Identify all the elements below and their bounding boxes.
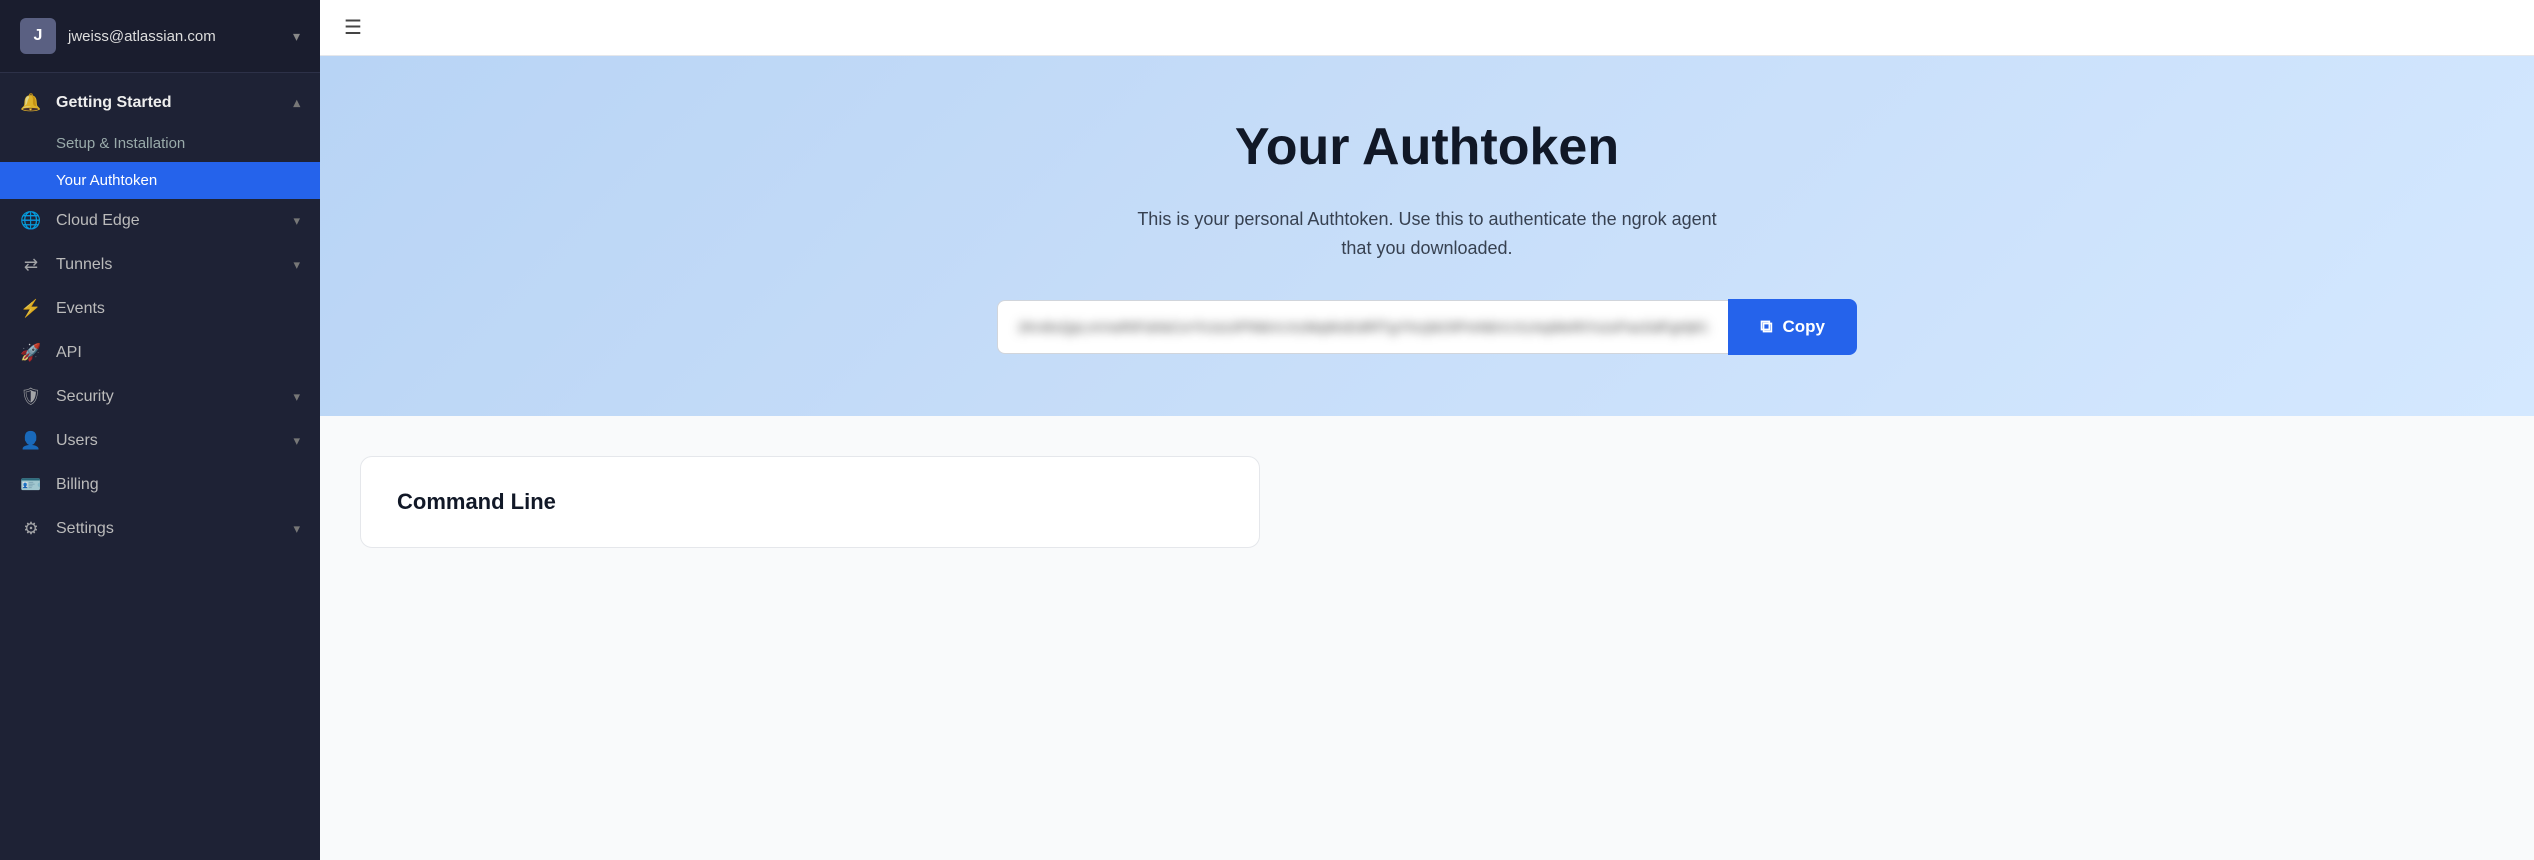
sidebar-item-getting-started[interactable]: 🔔 Getting Started ▴ <box>0 81 320 125</box>
users-icon: 👤 <box>20 431 42 451</box>
settings-label: Settings <box>56 520 114 538</box>
sidebar-item-setup-installation[interactable]: Setup & Installation <box>0 125 320 162</box>
chevron-down-icon: ▾ <box>293 28 300 45</box>
user-email: jweiss@atlassian.com <box>68 28 216 45</box>
chevron-up-icon: ▴ <box>293 95 300 111</box>
billing-label: Billing <box>56 476 99 494</box>
hero-subtitle: This is your personal Authtoken. Use thi… <box>1127 205 1727 263</box>
copy-label: Copy <box>1783 317 1826 337</box>
nav-item-left: ⚡ Events <box>20 299 105 319</box>
nav-item-left: 🔔 Getting Started <box>20 93 172 113</box>
nav-section: 🔔 Getting Started ▴ Setup & Installation… <box>0 73 320 559</box>
sidebar-item-cloud-edge[interactable]: 🌐 Cloud Edge ▾ <box>0 199 320 243</box>
chevron-down-icon: ▾ <box>293 257 300 273</box>
avatar: J <box>20 18 56 54</box>
content-section: Command Line <box>320 416 2534 860</box>
events-label: Events <box>56 300 105 318</box>
nav-item-left: 👤 Users <box>20 431 98 451</box>
nav-item-left: 🚀 API <box>20 343 82 363</box>
cloud-edge-label: Cloud Edge <box>56 212 140 230</box>
sidebar-item-security[interactable]: 🛡 Security ▾ <box>0 375 320 419</box>
sidebar-item-settings[interactable]: ⚙ Settings ▾ <box>0 507 320 551</box>
sidebar-item-tunnels[interactable]: ⇄ Tunnels ▾ <box>0 243 320 287</box>
getting-started-label: Getting Started <box>56 94 172 112</box>
nav-item-left: ⚙ Settings <box>20 519 114 539</box>
hero-section: Your Authtoken This is your personal Aut… <box>320 56 2534 416</box>
settings-icon: ⚙ <box>20 519 42 539</box>
menu-toggle-icon[interactable]: ☰ <box>344 15 362 40</box>
token-display: 2Kn8xQpLmVwRtFdAbCeYhJoUiPlNbVcXzMqWsEdR… <box>997 300 1728 354</box>
copy-icon: ⧉ <box>1760 317 1772 337</box>
copy-button[interactable]: ⧉ Copy <box>1728 299 1857 355</box>
sidebar-item-billing[interactable]: 🪪 Billing <box>0 463 320 507</box>
api-label: API <box>56 344 82 362</box>
events-icon: ⚡ <box>20 299 42 319</box>
billing-icon: 🪪 <box>20 475 42 495</box>
sidebar-item-users[interactable]: 👤 Users ▾ <box>0 419 320 463</box>
users-label: Users <box>56 432 98 450</box>
sidebar-item-your-authtoken[interactable]: Your Authtoken <box>0 162 320 199</box>
main-content: ☰ Your Authtoken This is your personal A… <box>320 0 2534 860</box>
token-value: 2Kn8xQpLmVwRtFdAbCeYhJoUiPlNbVcXzMqWsEdR… <box>1018 319 1708 335</box>
chevron-down-icon: ▾ <box>293 389 300 405</box>
chevron-down-icon: ▾ <box>293 521 300 537</box>
topbar: ☰ <box>320 0 2534 56</box>
page-title: Your Authtoken <box>1235 117 1619 177</box>
sidebar-item-events[interactable]: ⚡ Events <box>0 287 320 331</box>
command-line-title: Command Line <box>397 489 1223 515</box>
command-line-card: Command Line <box>360 456 1260 548</box>
token-row: 2Kn8xQpLmVwRtFdAbCeYhJoUiPlNbVcXzMqWsEdR… <box>997 299 1857 355</box>
chevron-down-icon: ▾ <box>293 213 300 229</box>
sidebar-item-api[interactable]: 🚀 API <box>0 331 320 375</box>
chevron-down-icon: ▾ <box>293 433 300 449</box>
tunnels-icon: ⇄ <box>20 255 42 275</box>
shield-icon: 🛡 <box>20 387 42 407</box>
globe-icon: 🌐 <box>20 211 42 231</box>
nav-item-left: 🛡 Security <box>20 387 114 407</box>
api-icon: 🚀 <box>20 343 42 363</box>
sidebar-header[interactable]: J jweiss@atlassian.com ▾ <box>0 0 320 73</box>
nav-item-left: ⇄ Tunnels <box>20 255 112 275</box>
security-label: Security <box>56 388 114 406</box>
nav-item-left: 🌐 Cloud Edge <box>20 211 140 231</box>
tunnels-label: Tunnels <box>56 256 112 274</box>
sidebar: J jweiss@atlassian.com ▾ 🔔 Getting Start… <box>0 0 320 860</box>
nav-item-left: 🪪 Billing <box>20 475 99 495</box>
bell-icon: 🔔 <box>20 93 42 113</box>
sidebar-header-left: J jweiss@atlassian.com <box>20 18 216 54</box>
